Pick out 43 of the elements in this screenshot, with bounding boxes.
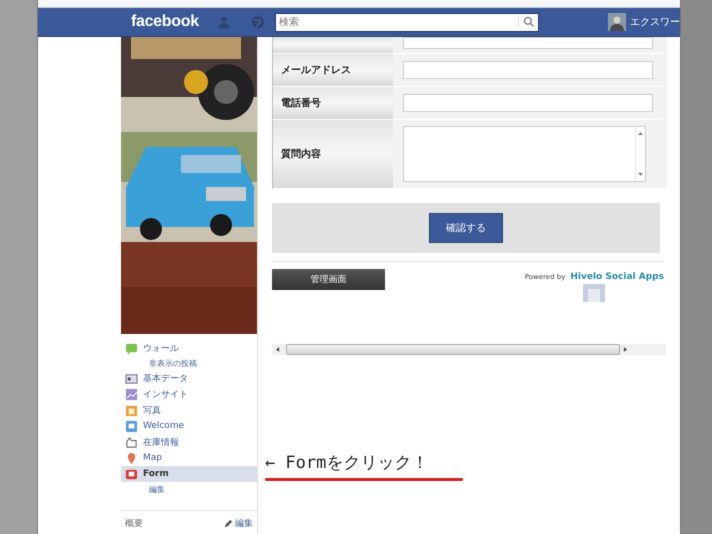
section-heading: 概要 bbox=[124, 518, 143, 530]
nav-icon bbox=[124, 342, 138, 354]
input-field[interactable] bbox=[402, 61, 653, 79]
horizontal-scrollbar[interactable] bbox=[272, 344, 666, 355]
nav-item[interactable]: 在庫情報 bbox=[120, 434, 257, 450]
field-label: 電話番号 bbox=[280, 96, 321, 110]
search-field[interactable]: 検索 bbox=[274, 12, 539, 32]
nav-item[interactable]: ウォール bbox=[120, 340, 257, 356]
text-area[interactable] bbox=[402, 126, 646, 182]
scroll-up-icon[interactable] bbox=[638, 131, 643, 136]
nav-item[interactable]: 基本データ bbox=[120, 370, 257, 386]
globe-icon[interactable] bbox=[250, 15, 265, 29]
search-icon[interactable] bbox=[518, 16, 535, 28]
avatar-icon[interactable] bbox=[608, 13, 626, 31]
friends-icon[interactable] bbox=[216, 15, 231, 29]
annotation-text: ← Formをクリック！ bbox=[264, 452, 428, 474]
nav-icon bbox=[124, 388, 138, 400]
nav-icon bbox=[124, 468, 138, 480]
nav-item[interactable]: 写真 bbox=[120, 402, 257, 418]
admin-button[interactable]: 管理画面 bbox=[272, 269, 385, 290]
nav-subitem[interactable]: 編集 bbox=[120, 482, 165, 496]
nav-icon bbox=[124, 404, 138, 416]
confirm-button[interactable]: 確認する bbox=[428, 213, 503, 243]
nav-icon bbox=[124, 420, 138, 432]
nav-icon bbox=[124, 372, 138, 384]
pencil-icon bbox=[224, 519, 233, 528]
input-field[interactable] bbox=[402, 37, 653, 49]
nav-item[interactable]: Welcome bbox=[120, 418, 257, 434]
logo[interactable]: facebook bbox=[130, 13, 199, 31]
nav-icon bbox=[124, 436, 138, 448]
avatar-icon bbox=[583, 284, 606, 302]
field-label: メールアドレス bbox=[280, 64, 351, 77]
nav-item[interactable]: インサイト bbox=[120, 386, 257, 402]
scroll-down-icon[interactable] bbox=[638, 172, 643, 177]
nav-subitem[interactable]: 非表示の投稿 bbox=[120, 356, 197, 370]
input-field[interactable] bbox=[402, 94, 653, 112]
nav-item[interactable]: Form bbox=[120, 466, 257, 482]
user-name[interactable]: エクスワー bbox=[630, 15, 680, 29]
brand-link[interactable]: Hivelo Social Apps bbox=[570, 272, 664, 282]
field-label: 質問内容 bbox=[280, 147, 321, 161]
nav-item[interactable]: Map bbox=[120, 450, 257, 466]
scroll-thumb[interactable] bbox=[286, 344, 620, 355]
edit-link[interactable]: 編集 bbox=[224, 517, 253, 530]
